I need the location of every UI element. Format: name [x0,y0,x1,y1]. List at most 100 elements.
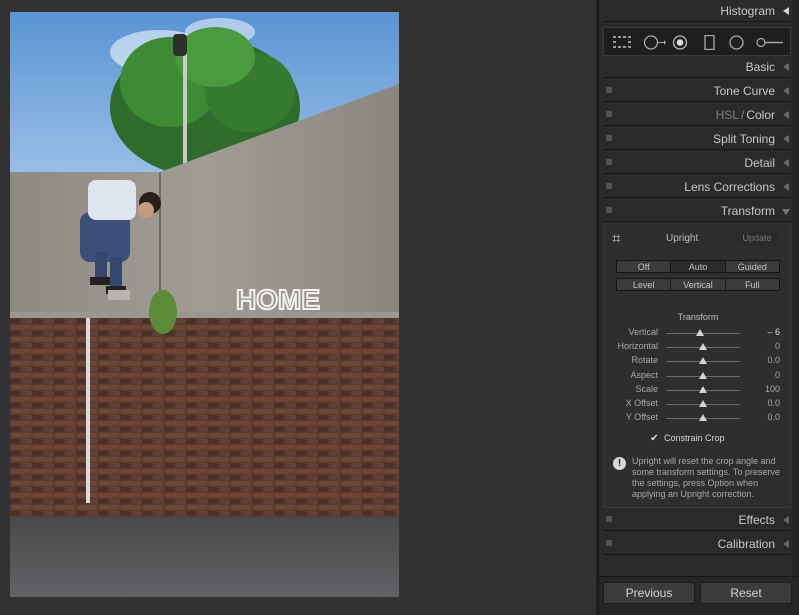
upright-vertical-button[interactable]: Vertical [671,279,726,290]
panel-toggle-icon[interactable] [606,87,612,93]
transform-section-title: Transform [677,312,719,322]
expand-triangle-icon[interactable] [783,111,789,119]
split-toning-label: Split Toning [713,131,775,146]
upright-full-button[interactable]: Full [726,279,779,290]
slider-label: Rotate [631,355,658,365]
histogram-header[interactable]: Histogram [603,0,791,22]
split-toning-header[interactable]: Split Toning [603,128,791,150]
transform-header[interactable]: Transform [603,200,791,222]
expand-triangle-icon[interactable] [783,87,789,95]
slider-label: Aspect [630,370,658,380]
red-eye-icon[interactable] [672,35,688,50]
upright-off-button[interactable]: Off [617,261,672,272]
slider-label: Vertical [628,327,658,337]
effects-header[interactable]: Effects [603,509,791,531]
tone-curve-header[interactable]: Tone Curve [603,80,791,102]
tab-separator: / [740,107,745,122]
panel-toggle-icon[interactable] [606,207,612,213]
tool-strip [603,27,791,56]
detail-header[interactable]: Detail [603,152,791,174]
spot-removal-icon[interactable] [642,35,666,50]
graduated-filter-icon[interactable] [704,35,716,50]
basic-label: Basic [745,59,775,74]
photo-image: HOME [10,12,399,597]
panel-toggle-icon[interactable] [606,516,612,522]
slider-value[interactable]: 0.0 [767,398,780,408]
slider-label: Scale [635,384,658,394]
wall-graffiti: HOME [236,284,320,315]
panel-toggle-icon[interactable] [606,159,612,165]
transform-label: Transform [720,203,775,218]
panel-toggle-icon[interactable] [606,111,612,117]
expand-triangle-icon[interactable] [783,63,789,71]
slider-thumb[interactable] [699,400,707,407]
crop-grid-icon[interactable]: ⌗ [612,230,630,248]
info-icon: ! [613,457,626,470]
update-button[interactable]: Update [736,231,778,245]
expand-triangle-icon[interactable] [783,159,789,167]
slider-thumb[interactable] [699,414,707,421]
slider-row-rotate: Rotate 0.0 [604,355,792,367]
expand-triangle-icon[interactable] [783,135,789,143]
upright-auto-button[interactable]: Auto [671,261,726,272]
panel-toggle-icon[interactable] [606,183,612,189]
upright-modes-row-1: Off Auto Guided [616,260,780,273]
slider-thumb[interactable] [699,386,707,393]
photo-viewport[interactable]: HOME [0,0,596,615]
effects-label: Effects [738,512,775,527]
slider-row-horizontal: Horizontal 0 [604,341,792,353]
detail-label: Detail [744,155,775,170]
slider-thumb[interactable] [699,343,707,350]
slider-row-y-offset: Y Offset 0.0 [604,412,792,424]
previous-button[interactable]: Previous [603,582,695,604]
slider-value[interactable]: 0.0 [767,355,780,365]
reset-button[interactable]: Reset [700,582,792,604]
panel-toggle-icon[interactable] [606,135,612,141]
adjustment-brush-icon[interactable] [756,35,784,50]
panel-toggle-icon[interactable] [606,540,612,546]
constrain-crop-toggle[interactable]: ✔ Constrain Crop [650,433,725,444]
slider-value[interactable]: 0 [775,341,780,351]
slider-label: Horizontal [617,341,658,351]
calibration-header[interactable]: Calibration [603,533,791,555]
checkmark-icon[interactable]: ✔ [650,433,659,444]
lens-corrections-label: Lens Corrections [684,179,775,194]
panel-scrollbar[interactable] [793,0,799,576]
tone-curve-label: Tone Curve [713,83,775,98]
upright-info-text: Upright will reset the crop angle and so… [632,456,780,499]
slider-value[interactable]: 0 [775,370,780,380]
slider-thumb[interactable] [696,329,705,336]
upright-label: Upright [666,233,699,244]
slider-value[interactable]: 0.0 [767,412,780,422]
crop-overlay-icon[interactable] [613,35,631,50]
transform-panel-body: ⌗ Upright Update Off Auto Guided Level V… [603,222,791,508]
slider-thumb[interactable] [699,372,707,379]
upright-modes-row-2: Level Vertical Full [616,278,780,291]
photo-canvas[interactable]: HOME [10,12,399,597]
collapse-triangle-icon[interactable] [783,7,789,15]
hsl-tab[interactable]: HSL [716,108,739,122]
calibration-label: Calibration [717,536,775,551]
slider-label: X Offset [625,398,658,408]
basic-header[interactable]: Basic [603,56,791,78]
color-tab[interactable]: Color [746,108,775,122]
slider-value[interactable]: – 6 [767,327,780,337]
slider-label: Y Offset [625,412,658,422]
develop-panel: Histogram Basic Tone Curve HSL / Color S… [598,0,799,615]
expand-triangle-icon[interactable] [783,516,789,524]
hsl-color-header[interactable]: HSL / Color [603,104,791,126]
upright-guided-button[interactable]: Guided [726,261,779,272]
upright-level-button[interactable]: Level [617,279,672,290]
histogram-label: Histogram [720,3,775,18]
radial-filter-icon[interactable] [728,35,746,50]
slider-value[interactable]: 100 [765,384,780,394]
slider-row-aspect: Aspect 0 [604,370,792,382]
lens-corrections-header[interactable]: Lens Corrections [603,176,791,198]
slider-row-vertical: Vertical – 6 [604,327,792,339]
slider-thumb[interactable] [699,357,707,364]
collapse-triangle-icon[interactable] [782,209,790,215]
slider-row-x-offset: X Offset 0.0 [604,398,792,410]
expand-triangle-icon[interactable] [783,183,789,191]
constrain-crop-label: Constrain Crop [664,433,725,443]
expand-triangle-icon[interactable] [783,540,789,548]
